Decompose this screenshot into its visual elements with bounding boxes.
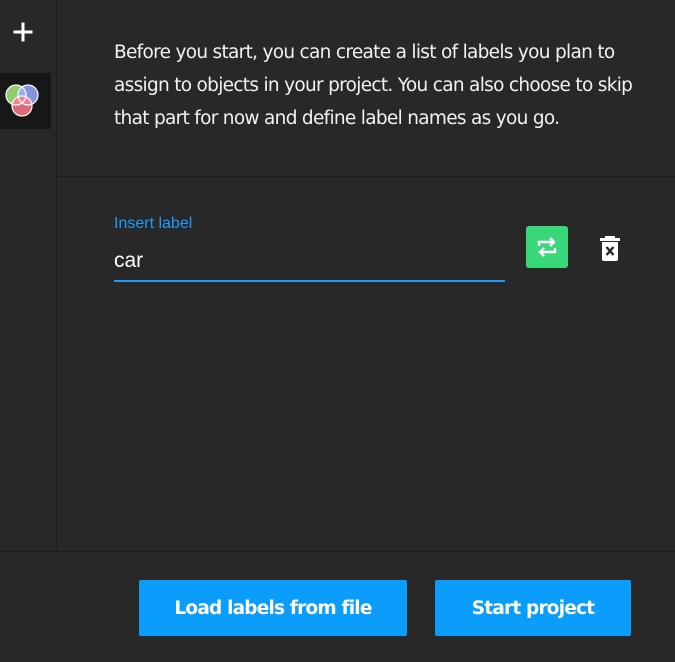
sidebar <box>0 0 57 551</box>
project-color-tile[interactable] <box>0 73 51 129</box>
delete-label-button[interactable] <box>598 234 622 262</box>
change-color-button[interactable] <box>526 226 568 268</box>
label-name-input[interactable] <box>114 242 505 282</box>
plus-icon[interactable] <box>11 20 35 44</box>
color-circles-icon <box>5 84 39 117</box>
trash-x-icon <box>600 236 620 261</box>
intro-text: Before you start, you can create a list … <box>114 42 633 129</box>
repeat-icon <box>537 237 557 257</box>
intro-section: Before you start, you can create a list … <box>58 0 675 177</box>
insert-label-caption: Insert label <box>114 215 193 232</box>
load-labels-button[interactable]: Load labels from file <box>139 580 407 636</box>
footer: Load labels from file Start project <box>0 551 675 662</box>
start-project-button[interactable]: Start project <box>435 580 631 636</box>
